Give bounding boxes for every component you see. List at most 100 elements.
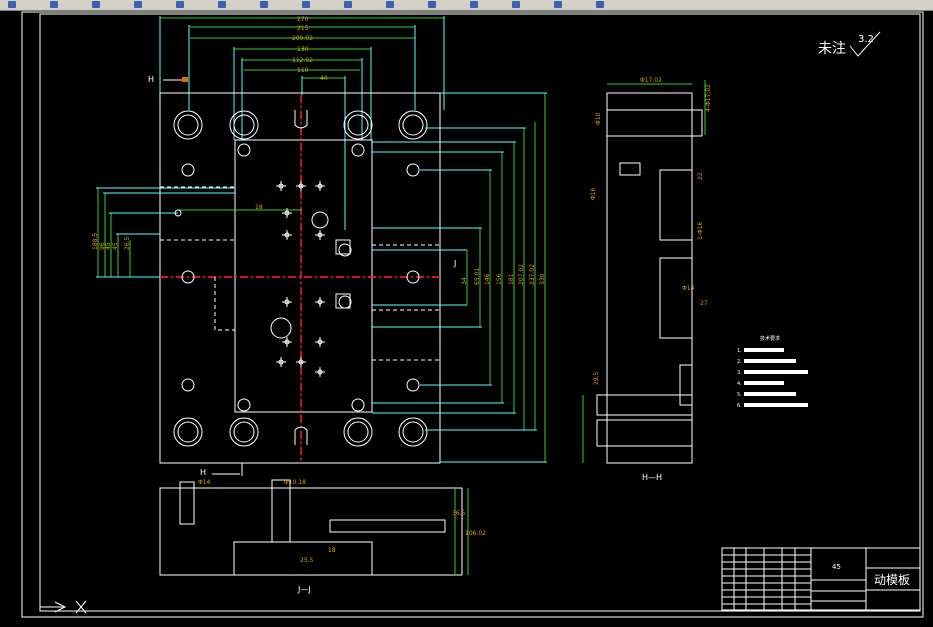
- dim-label: 40: [320, 75, 328, 82]
- dim-label: 27: [700, 300, 708, 307]
- dim-label: 45: [112, 242, 119, 250]
- dim-label: Φ10: [595, 112, 602, 125]
- title-block: 45 动模板: [721, 547, 921, 611]
- dim-label: 270: [297, 16, 309, 23]
- dim-label: 237.02: [529, 264, 536, 285]
- cad-toolbar: [0, 0, 933, 11]
- dim-label: 65.01: [474, 268, 481, 285]
- print-icon[interactable]: [134, 1, 142, 8]
- redo-icon[interactable]: [218, 1, 226, 8]
- dim-label: 45: [105, 242, 112, 250]
- ejector-pin-mark: [315, 337, 325, 347]
- ejector-pin-mark: [315, 367, 325, 377]
- ejector-pin-mark: [315, 181, 325, 191]
- dim-label: 130: [297, 46, 309, 53]
- text-icon[interactable]: [512, 1, 520, 8]
- arrow-icon: [182, 77, 188, 82]
- material-label: 45: [832, 563, 841, 571]
- screw-hole: [237, 398, 251, 412]
- section-h-label: H: [148, 75, 154, 84]
- drawing-canvas[interactable]: 未注 3.2 270 215 209.02 130 112.02 110 40 …: [0, 11, 933, 627]
- screw-hole: [351, 398, 365, 412]
- ejector-pin-mark: [282, 297, 292, 307]
- ejector-pin-mark: [315, 230, 325, 240]
- screw-hole: [237, 143, 251, 157]
- table-icon[interactable]: [554, 1, 562, 8]
- note-item: 4.: [737, 381, 742, 387]
- dim-label: 215: [297, 25, 309, 32]
- ejector-pin-mark: [296, 181, 306, 191]
- dim-label: Φ14: [198, 479, 211, 486]
- ejector-pin-mark: [282, 337, 292, 347]
- undo-icon[interactable]: [176, 1, 184, 8]
- ejector-pin-mark: [276, 357, 286, 367]
- screw-hole: [338, 295, 352, 309]
- zoom-icon[interactable]: [302, 1, 310, 8]
- dim-label: 1-Φ16: [697, 221, 704, 240]
- guide-hole-inner: [177, 421, 199, 443]
- note-text-block: [744, 403, 808, 407]
- screw-hole: [181, 163, 195, 177]
- screw-hole: [406, 378, 420, 392]
- note-text-block: [744, 392, 796, 396]
- save-icon[interactable]: [92, 1, 100, 8]
- outer-frame: [21, 11, 924, 618]
- dim-label: 188.5: [92, 233, 99, 250]
- note-item: 3.: [737, 370, 742, 376]
- notes-title: 技术要求: [760, 335, 780, 342]
- note-item: 5.: [737, 392, 742, 398]
- note-text-block: [744, 381, 784, 385]
- ejector-pin-mark: [282, 230, 292, 240]
- note-text-block: [744, 370, 808, 374]
- pan-icon[interactable]: [260, 1, 268, 8]
- screw-hole: [406, 163, 420, 177]
- properties-icon[interactable]: [344, 1, 352, 8]
- side-section-view: [582, 80, 706, 464]
- top-dimensions: 270 215 209.02 130 112.02 110 40: [159, 16, 445, 230]
- dim-label: 4-Φ17.02: [705, 84, 712, 112]
- section-j-label: J: [453, 259, 456, 268]
- ejector-pin-mark: [296, 357, 306, 367]
- dim-label: 18: [328, 547, 336, 554]
- technical-notes: 技术要求 1. 2. 3. 4. 5. 6.: [737, 335, 808, 409]
- section-h-label-bottom: H: [200, 468, 206, 477]
- section-jj-view: Φ14 Φ10.18 25.5 18 36.5 106.02: [159, 479, 486, 576]
- help-icon[interactable]: [596, 1, 604, 8]
- color-icon[interactable]: [428, 1, 436, 8]
- note-item: 1.: [737, 348, 742, 354]
- dim-label: 106.02: [465, 530, 486, 537]
- linetype-icon[interactable]: [470, 1, 478, 8]
- dim-label: 110: [297, 67, 309, 74]
- dim-label: 156: [496, 273, 503, 285]
- guide-hole-inner: [402, 114, 424, 136]
- guide-hole-inner: [402, 421, 424, 443]
- ejector-pin-mark: [276, 181, 286, 191]
- dim-label: Φ10.18: [284, 479, 306, 486]
- dim-label: 181: [508, 273, 515, 285]
- dim-label: Φ17.02: [640, 77, 662, 84]
- layer-icon[interactable]: [386, 1, 394, 8]
- ejector-pin-mark: [315, 297, 325, 307]
- right-dimension-labels: 34 65.01 146 156 181 207.02 237.02 330: [461, 264, 546, 285]
- note-text-block: [744, 359, 796, 363]
- guide-hole-inner: [233, 114, 255, 136]
- dim-label: 29.5: [593, 371, 600, 385]
- side-dimension-labels: Φ17.02 4-Φ17.02 Φ10 Φ16 22 1-Φ16 Φ14 27 29.5: [590, 77, 712, 385]
- dim-label: Φ16: [590, 187, 597, 200]
- dim-label: 22: [697, 172, 704, 180]
- view-label-hh: H—H: [642, 473, 662, 482]
- dim-label: 36.5: [452, 510, 466, 517]
- guide-hole-inner: [233, 421, 255, 443]
- note-text-block: [744, 348, 784, 352]
- plan-view: [159, 92, 441, 464]
- dim-label: 26.5: [124, 236, 131, 250]
- dim-label: 209.02: [292, 35, 313, 42]
- open-icon[interactable]: [50, 1, 58, 8]
- note-item: 2.: [737, 359, 742, 365]
- dim-label: 112.02: [292, 57, 313, 64]
- dim-label: 25.5: [300, 557, 314, 564]
- guide-hole-inner: [347, 421, 369, 443]
- screw-hole: [181, 378, 195, 392]
- new-icon[interactable]: [8, 1, 16, 8]
- dim-label: 330: [539, 273, 546, 285]
